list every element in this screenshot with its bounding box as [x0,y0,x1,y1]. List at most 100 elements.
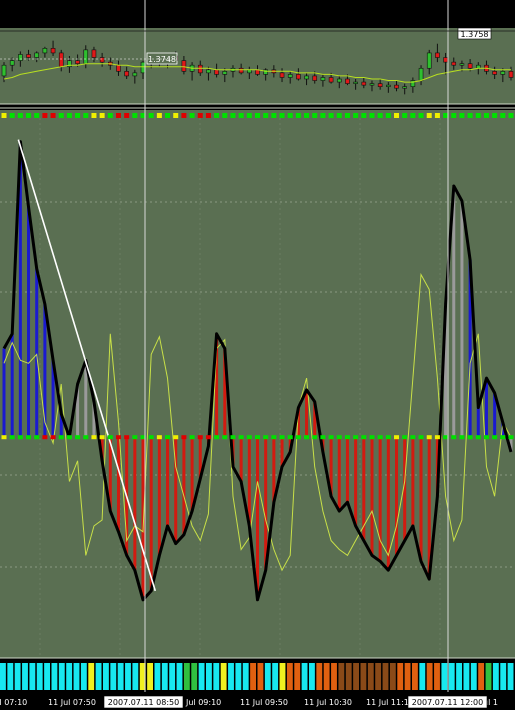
strip-bar [7,663,14,690]
top-dot [165,113,171,118]
strip-bar [36,663,43,690]
zero-line-dot [304,435,310,440]
bull-candle [418,67,424,81]
bull-candle [83,49,89,64]
time-axis-label: Jul 09:10 [185,698,221,707]
zero-line-dot [385,435,391,440]
bear-candle [58,52,64,68]
bear-candle [345,78,350,84]
strip-bar [470,663,477,690]
zero-line-dot [295,435,301,440]
top-dot [230,113,236,118]
strip-bar [426,663,433,690]
strip-bar [235,663,242,690]
strip-bar [279,663,286,690]
bear-candle [214,69,219,75]
strip-bar [507,663,514,690]
strip-bar [301,663,308,690]
strip-bar [419,663,426,690]
strip-bar [353,663,359,690]
strip-bar [58,663,65,690]
zero-line-dot [222,435,228,440]
zero-line-dot [255,435,260,440]
zero-line-dot [26,435,32,440]
zero-line-dot [508,435,514,440]
bull-candle [304,75,309,80]
zero-line-dot [83,435,89,440]
time-axis-label: 11 Jul 07:50 [48,698,96,707]
zero-line-dot [214,435,220,440]
bear-candle [451,61,457,66]
zero-line-dot [328,435,334,440]
bull-candle [500,71,506,75]
zero-line-dot [173,435,179,440]
bear-candle [91,49,97,58]
strip-bar [125,663,131,690]
strip-bar [22,663,28,690]
zero-line-dot [107,435,113,440]
bull-candle [140,61,146,74]
top-dot [402,113,408,118]
bull-candle [369,83,375,86]
top-dot [132,113,138,118]
zero-line-dot [344,435,350,440]
bull-candle [320,77,326,81]
trading-chart: 1.37581.3748 Jul 07:1011 Jul 07:50Jul 09… [0,0,515,709]
top-dot [336,113,342,118]
top-dot [475,113,481,118]
zero-line-dot [426,435,432,440]
top-dot [222,113,228,118]
strip-bar [250,663,256,690]
strip-bar [367,663,374,690]
top-dot [75,113,81,118]
top-dot [205,113,211,118]
top-dot [361,113,367,118]
strip-bar [0,663,6,690]
zero-line-dot [230,435,236,440]
strip-bar [132,663,139,690]
bear-candle [492,71,497,75]
zero-line-dot [271,435,277,440]
zero-line-dot [165,435,171,440]
top-dot [287,113,293,118]
zero-line-dot [353,435,359,440]
top-dot [246,113,252,118]
zero-line-dot [238,435,244,440]
strip-bar [80,663,87,690]
zero-line-dot [320,435,326,440]
strip-bar [147,663,153,690]
strip-bar [485,663,492,690]
strip-bar [88,663,95,690]
zero-line-dot [66,435,72,440]
zero-line-dot [189,435,195,440]
strip-bar [478,663,485,690]
top-dot [255,113,260,118]
top-dot [173,113,179,118]
strip-bar [264,663,271,690]
zero-line-dot [99,435,105,440]
top-dot [156,113,162,118]
strip-bar [44,663,50,690]
zero-line-dot [181,435,187,440]
top-dot [99,113,105,118]
top-dot [385,113,391,118]
strip-bar [73,663,80,690]
strip-bar [169,663,176,690]
strip-bar [154,663,161,690]
bull-candle [263,69,268,75]
top-dot [115,113,121,118]
top-dot [369,113,375,118]
top-dot [483,113,489,118]
zero-line-dot [91,435,97,440]
strip-bar [294,663,301,690]
zero-line-dot [197,435,203,440]
strip-bar [183,663,190,690]
strip-bar [492,663,499,690]
top-dot [17,113,23,118]
time-axis-label: Jul 07:10 [0,698,27,707]
strip-bar [272,663,279,690]
strip-bar [206,663,212,690]
zero-line-dot [58,435,64,440]
strip-bar [191,663,198,690]
strip-bar [500,663,507,690]
